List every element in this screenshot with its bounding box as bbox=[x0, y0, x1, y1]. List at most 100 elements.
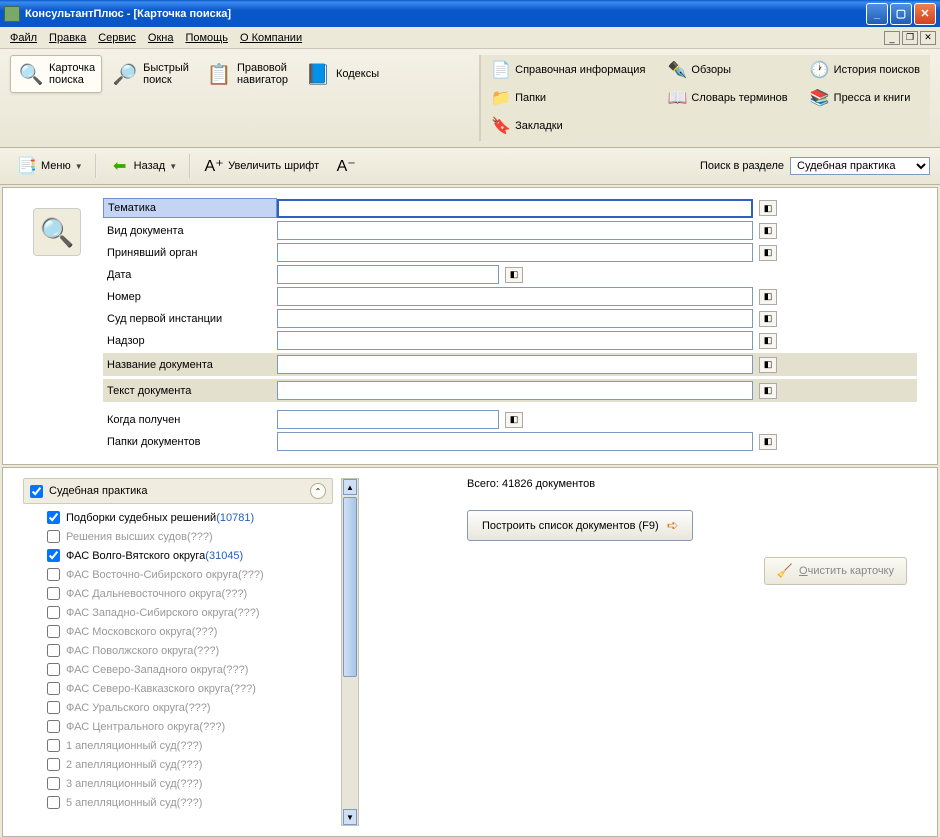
tree-item[interactable]: Подборки судебных решений (10781) bbox=[47, 508, 333, 527]
reference-info-button[interactable]: 📄 Справочная информация bbox=[487, 57, 649, 83]
back-button[interactable]: ⬅ Назад ▼ bbox=[103, 152, 183, 180]
tree-item-checkbox[interactable] bbox=[47, 568, 60, 581]
tree-item-checkbox[interactable] bbox=[47, 758, 60, 771]
tree-item[interactable]: ФАС Дальневосточного округа (???) bbox=[47, 584, 333, 603]
zoom-out-button[interactable]: A⁻ bbox=[329, 152, 366, 180]
menu-service[interactable]: Сервис bbox=[92, 30, 142, 46]
field-date-menu-button[interactable]: ◧ bbox=[505, 267, 523, 283]
scroll-up-button[interactable]: ▲ bbox=[343, 479, 357, 495]
field-when-received-menu-button[interactable]: ◧ bbox=[505, 412, 523, 428]
minimize-button[interactable]: _ bbox=[866, 3, 888, 25]
folders-button[interactable]: 📁 Папки bbox=[487, 85, 649, 111]
tree-item[interactable]: 3 апелляционный суд (???) bbox=[47, 774, 333, 793]
tree-item[interactable]: ФАС Центрального округа (???) bbox=[47, 717, 333, 736]
field-doc-text-menu-button[interactable]: ◧ bbox=[759, 383, 777, 399]
history-button[interactable]: 🕐 История поисков bbox=[806, 57, 924, 83]
tree-item[interactable]: 2 апелляционный суд (???) bbox=[47, 755, 333, 774]
search-section-select[interactable]: Судебная практика bbox=[790, 157, 930, 175]
menu-help[interactable]: Помощь bbox=[179, 30, 234, 46]
tree-item-checkbox[interactable] bbox=[47, 549, 60, 562]
clear-card-button[interactable]: 🧹 Очистить карточку bbox=[764, 557, 907, 585]
reviews-button[interactable]: ✒️ Обзоры bbox=[663, 57, 791, 83]
tree-item-checkbox[interactable] bbox=[47, 739, 60, 752]
mdi-minimize-button[interactable]: _ bbox=[884, 31, 900, 45]
menu-windows[interactable]: Окна bbox=[142, 30, 180, 46]
tree-root-checkbox[interactable] bbox=[30, 485, 43, 498]
field-doc-folders-menu-button[interactable]: ◧ bbox=[759, 434, 777, 450]
tree-item[interactable]: ФАС Московского округа (???) bbox=[47, 622, 333, 641]
tree-item-checkbox[interactable] bbox=[47, 587, 60, 600]
tree-item-count: (???) bbox=[177, 778, 203, 790]
tree-item-checkbox[interactable] bbox=[47, 777, 60, 790]
tree-item[interactable]: ФАС Северо-Кавказского округа (???) bbox=[47, 679, 333, 698]
tree-item-checkbox[interactable] bbox=[47, 701, 60, 714]
field-doc-text-row: Текст документа ◧ bbox=[103, 379, 917, 402]
tree-scrollbar[interactable]: ▲ ▼ bbox=[341, 478, 359, 826]
collapse-button[interactable]: ⌃ bbox=[310, 483, 326, 499]
tree-item-checkbox[interactable] bbox=[47, 625, 60, 638]
tree-item[interactable]: ФАС Уральского округа (???) bbox=[47, 698, 333, 717]
bookmarks-button[interactable]: 🔖 Закладки bbox=[487, 113, 649, 139]
tree-item[interactable]: 5 апелляционный суд (???) bbox=[47, 793, 333, 812]
field-first-court-menu-button[interactable]: ◧ bbox=[759, 311, 777, 327]
field-doc-name-input[interactable] bbox=[277, 355, 753, 374]
field-topic-input[interactable] bbox=[277, 199, 753, 218]
back-arrow-icon: ⬅ bbox=[109, 155, 131, 177]
menu-about[interactable]: О Компании bbox=[234, 30, 308, 46]
scroll-thumb[interactable] bbox=[343, 497, 357, 677]
mdi-restore-button[interactable]: ❐ bbox=[902, 31, 918, 45]
field-when-received-input[interactable] bbox=[277, 410, 499, 429]
tree-item-label: 1 апелляционный суд bbox=[66, 740, 177, 752]
scroll-down-button[interactable]: ▼ bbox=[343, 809, 357, 825]
tree-item[interactable]: ФАС Западно-Сибирского округа (???) bbox=[47, 603, 333, 622]
menu-edit[interactable]: Правка bbox=[43, 30, 92, 46]
field-doc-folders-input[interactable] bbox=[277, 432, 753, 451]
field-doc-text-input[interactable] bbox=[277, 381, 753, 400]
field-doc-type-menu-button[interactable]: ◧ bbox=[759, 223, 777, 239]
field-first-court-input[interactable] bbox=[277, 309, 753, 328]
tree-item-count: (???) bbox=[192, 626, 218, 638]
tree-item-checkbox[interactable] bbox=[47, 663, 60, 676]
tree-item[interactable]: ФАС Северо-Западного округа (???) bbox=[47, 660, 333, 679]
field-supervision-menu-button[interactable]: ◧ bbox=[759, 333, 777, 349]
tree-item-label: ФАС Северо-Кавказского округа bbox=[66, 683, 230, 695]
tree-item-checkbox[interactable] bbox=[47, 530, 60, 543]
tree-item-checkbox[interactable] bbox=[47, 644, 60, 657]
tree-item-checkbox[interactable] bbox=[47, 720, 60, 733]
tree-item[interactable]: 1 апелляционный суд (???) bbox=[47, 736, 333, 755]
tree-item[interactable]: ФАС Восточно-Сибирского округа (???) bbox=[47, 565, 333, 584]
field-date-input[interactable] bbox=[277, 265, 499, 284]
menu-dropdown-button[interactable]: 📑 Меню ▼ bbox=[10, 152, 89, 180]
tree-root-row[interactable]: Судебная практика ⌃ bbox=[23, 478, 333, 504]
tree-item-checkbox[interactable] bbox=[47, 606, 60, 619]
tree-item-checkbox[interactable] bbox=[47, 511, 60, 524]
tree-item[interactable]: ФАС Поволжского округа (???) bbox=[47, 641, 333, 660]
field-number-input[interactable] bbox=[277, 287, 753, 306]
field-adopted-by-input[interactable] bbox=[277, 243, 753, 262]
codex-button[interactable]: 📘 Кодексы bbox=[297, 55, 386, 93]
menu-file[interactable]: Файл bbox=[4, 30, 43, 46]
maximize-button[interactable]: ▢ bbox=[890, 3, 912, 25]
field-topic-menu-button[interactable]: ◧ bbox=[759, 200, 777, 216]
zoom-in-button[interactable]: A⁺ Увеличить шрифт bbox=[197, 152, 325, 180]
quick-search-button[interactable]: 🔎 Быстрыйпоиск bbox=[104, 55, 196, 93]
field-doc-name-menu-button[interactable]: ◧ bbox=[759, 357, 777, 373]
field-supervision-input[interactable] bbox=[277, 331, 753, 350]
close-button[interactable]: ✕ bbox=[914, 3, 936, 25]
mdi-close-button[interactable]: ✕ bbox=[920, 31, 936, 45]
build-list-button[interactable]: Построить список документов (F9) ➪ bbox=[467, 510, 693, 541]
tree-item-checkbox[interactable] bbox=[47, 796, 60, 809]
tree-item-checkbox[interactable] bbox=[47, 682, 60, 695]
legal-navigator-button[interactable]: 📋 Правовойнавигатор bbox=[198, 55, 295, 93]
field-doc-text-label: Текст документа bbox=[103, 382, 277, 400]
tree-item[interactable]: Решения высших судов (???) bbox=[47, 527, 333, 546]
field-number-menu-button[interactable]: ◧ bbox=[759, 289, 777, 305]
search-card-button[interactable]: 🔍 Карточкапоиска bbox=[10, 55, 102, 93]
field-date-row: Дата ◧ bbox=[103, 265, 917, 284]
press-button[interactable]: 📚 Пресса и книги bbox=[806, 85, 924, 111]
tree-item[interactable]: ФАС Волго-Вятского округа (31045) bbox=[47, 546, 333, 565]
dictionary-button[interactable]: 📖 Словарь терминов bbox=[663, 85, 791, 111]
zoom-in-icon: A⁺ bbox=[203, 155, 225, 177]
field-doc-type-input[interactable] bbox=[277, 221, 753, 240]
field-adopted-by-menu-button[interactable]: ◧ bbox=[759, 245, 777, 261]
